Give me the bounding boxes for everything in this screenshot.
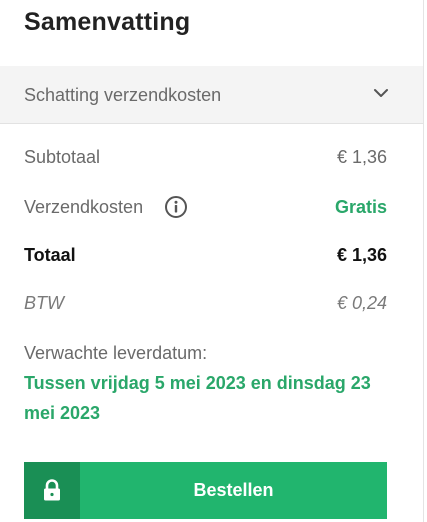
order-button[interactable]: Bestellen xyxy=(24,462,387,519)
lock-icon xyxy=(44,479,60,501)
order-button-label: Bestellen xyxy=(193,480,274,500)
vat-row: BTW € 0,24 xyxy=(24,290,387,316)
shipping-estimate-label: Schatting verzendkosten xyxy=(24,85,222,105)
subtotal-row: Subtotaal € 1,36 xyxy=(24,144,387,170)
total-label: Totaal xyxy=(24,245,76,265)
total-row: Totaal € 1,36 xyxy=(24,242,387,268)
info-icon[interactable] xyxy=(164,195,188,219)
shipping-estimate-toggle[interactable]: Schatting verzendkosten xyxy=(0,66,423,124)
lock-icon-container xyxy=(24,462,80,519)
chevron-down-icon[interactable] xyxy=(372,86,390,100)
total-value: € 1,36 xyxy=(336,245,387,265)
shipping-row: Verzendkosten Gratis xyxy=(24,194,387,220)
order-summary-panel: Samenvatting Schatting verzendkosten Sub… xyxy=(0,0,427,522)
vat-label: BTW xyxy=(24,293,64,313)
delivery-date-value: Tussen vrijdag 5 mei 2023 en dinsdag 23 … xyxy=(24,373,371,423)
shipping-label: Verzendkosten xyxy=(24,197,144,217)
shipping-value: Gratis xyxy=(334,197,387,217)
subtotal-label: Subtotaal xyxy=(24,147,101,167)
panel-divider xyxy=(423,0,424,522)
delivery-date-label: Verwachte leverdatum: xyxy=(24,343,208,363)
subtotal-value: € 1,36 xyxy=(336,147,387,167)
summary-title: Samenvatting xyxy=(24,8,191,36)
vat-value: € 0,24 xyxy=(336,293,387,313)
